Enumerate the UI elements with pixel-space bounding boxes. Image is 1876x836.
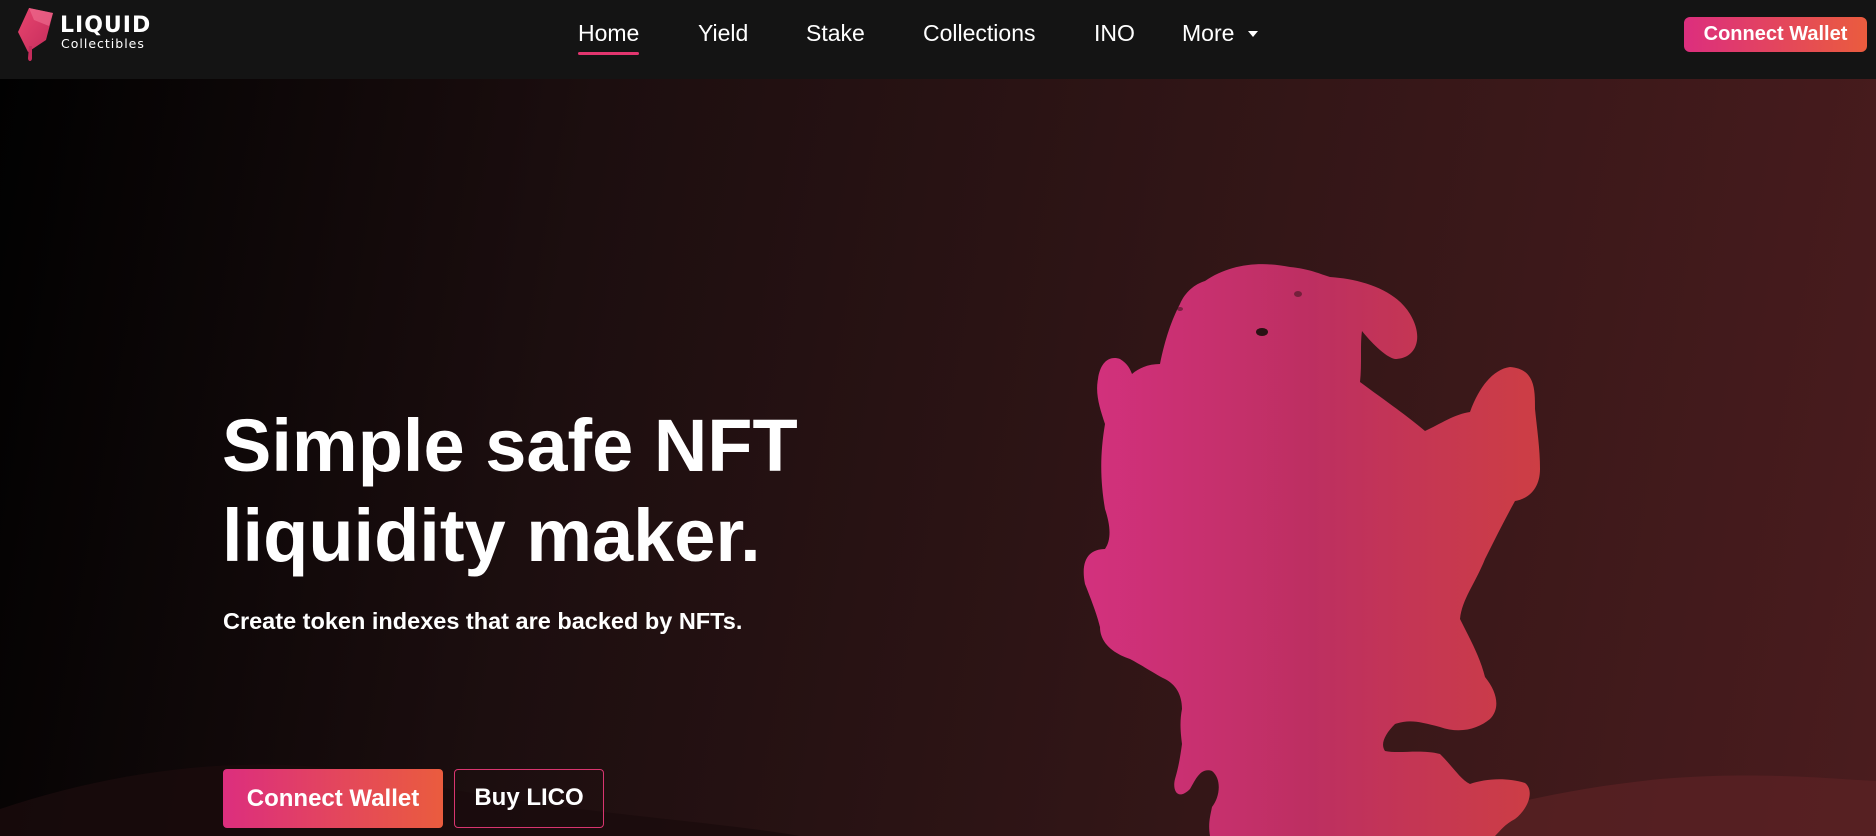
hero-title-line-1: Simple safe NFT xyxy=(222,404,798,487)
nav-more[interactable]: More xyxy=(1182,19,1234,47)
nav-home[interactable]: Home xyxy=(578,19,639,47)
nav-ino[interactable]: INO xyxy=(1094,19,1135,47)
connect-wallet-hero-button[interactable]: Connect Wallet xyxy=(223,769,443,828)
brand-subtitle: Collectibles xyxy=(61,36,145,51)
liquid-drop-logo-icon xyxy=(18,8,53,61)
hero-title: Simple safe NFT liquidity maker. xyxy=(222,401,902,581)
connect-wallet-nav-button[interactable]: Connect Wallet xyxy=(1684,17,1867,52)
nav-stake[interactable]: Stake xyxy=(806,19,865,47)
hero-section: Simple safe NFT liquidity maker. Create … xyxy=(0,79,1876,836)
nav-yield[interactable]: Yield xyxy=(698,19,748,47)
caret-down-icon[interactable] xyxy=(1248,31,1258,37)
buy-lico-button[interactable]: Buy LICO xyxy=(454,769,604,828)
top-navbar: LIQUID Collectibles Home Yield Stake Col… xyxy=(0,0,1876,79)
brand-name: LIQUID xyxy=(60,13,152,38)
brand-logo[interactable]: LIQUID Collectibles xyxy=(16,6,156,64)
hero-subtitle: Create token indexes that are backed by … xyxy=(223,608,743,634)
nav-collections[interactable]: Collections xyxy=(923,19,1036,47)
hero-title-line-2: liquidity maker. xyxy=(222,494,761,577)
nav-active-underline xyxy=(578,52,639,55)
